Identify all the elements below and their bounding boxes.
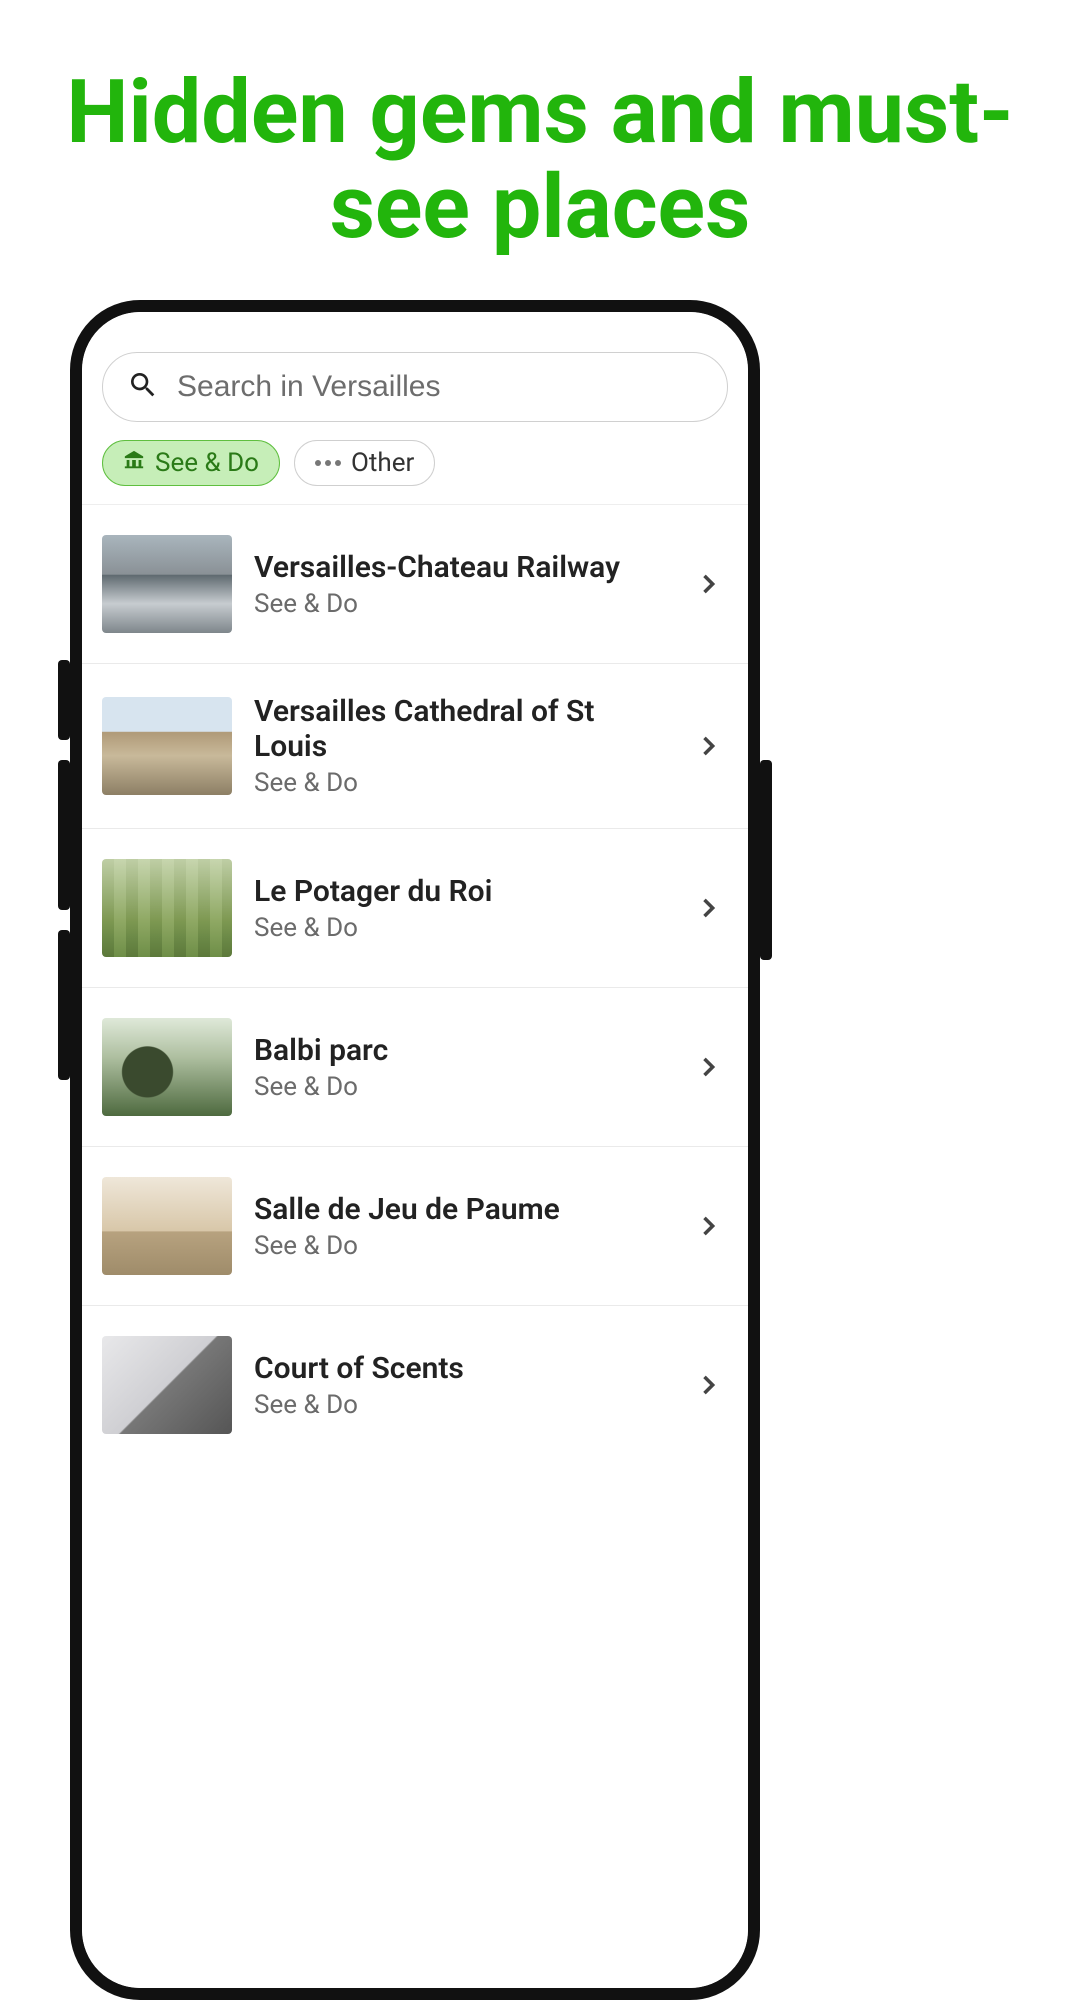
page-headline: Hidden gems and must-see places <box>0 0 1080 255</box>
search-input[interactable] <box>177 370 703 404</box>
list-item-text: Salle de Jeu de Paume See & Do <box>254 1192 672 1261</box>
place-title: Court of Scents <box>254 1351 672 1386</box>
chevron-right-icon <box>694 570 722 598</box>
filter-chips: See & Do Other <box>82 422 748 505</box>
list-item[interactable]: Salle de Jeu de Paume See & Do <box>82 1147 748 1306</box>
museum-icon <box>123 448 145 478</box>
list-item-text: Le Potager du Roi See & Do <box>254 874 672 943</box>
search-container <box>102 352 728 422</box>
place-category: See & Do <box>254 1072 672 1102</box>
chevron-right-icon <box>694 894 722 922</box>
list-item[interactable]: Balbi parc See & Do <box>82 988 748 1147</box>
phone-screen: See & Do Other Versailles-Chateau Railwa… <box>82 312 748 1988</box>
place-thumbnail <box>102 1336 232 1434</box>
phone-power-button <box>760 760 772 960</box>
place-thumbnail <box>102 1177 232 1275</box>
list-item-text: Versailles-Chateau Railway See & Do <box>254 550 672 619</box>
filter-chip-other[interactable]: Other <box>294 440 435 486</box>
place-title: Versailles Cathedral of St Louis <box>254 694 672 764</box>
list-item[interactable]: Versailles Cathedral of St Louis See & D… <box>82 664 748 829</box>
list-item-text: Versailles Cathedral of St Louis See & D… <box>254 694 672 798</box>
search-icon <box>127 369 159 405</box>
chevron-right-icon <box>694 732 722 760</box>
list-item-text: Court of Scents See & Do <box>254 1351 672 1420</box>
list-item-text: Balbi parc See & Do <box>254 1033 672 1102</box>
place-category: See & Do <box>254 1390 672 1420</box>
place-thumbnail <box>102 859 232 957</box>
place-category: See & Do <box>254 913 672 943</box>
place-title: Salle de Jeu de Paume <box>254 1192 672 1227</box>
filter-chip-label: Other <box>351 448 414 478</box>
place-thumbnail <box>102 697 232 795</box>
phone-volume-up-button <box>58 760 70 910</box>
place-title: Versailles-Chateau Railway <box>254 550 672 585</box>
list-item[interactable]: Le Potager du Roi See & Do <box>82 829 748 988</box>
place-title: Le Potager du Roi <box>254 874 672 909</box>
places-list: Versailles-Chateau Railway See & Do Vers… <box>82 505 748 1464</box>
chevron-right-icon <box>694 1371 722 1399</box>
phone-side-button <box>58 660 70 740</box>
chevron-right-icon <box>694 1212 722 1240</box>
phone-volume-down-button <box>58 930 70 1080</box>
place-category: See & Do <box>254 1231 672 1261</box>
ellipsis-icon <box>315 460 341 466</box>
place-thumbnail <box>102 535 232 633</box>
list-item[interactable]: Versailles-Chateau Railway See & Do <box>82 505 748 664</box>
place-thumbnail <box>102 1018 232 1116</box>
place-category: See & Do <box>254 589 672 619</box>
phone-frame: See & Do Other Versailles-Chateau Railwa… <box>70 300 760 2000</box>
place-title: Balbi parc <box>254 1033 672 1068</box>
search-bar[interactable] <box>102 352 728 422</box>
place-category: See & Do <box>254 768 672 798</box>
list-item[interactable]: Court of Scents See & Do <box>82 1306 748 1464</box>
chevron-right-icon <box>694 1053 722 1081</box>
filter-chip-label: See & Do <box>155 448 259 478</box>
filter-chip-see-do[interactable]: See & Do <box>102 440 280 486</box>
